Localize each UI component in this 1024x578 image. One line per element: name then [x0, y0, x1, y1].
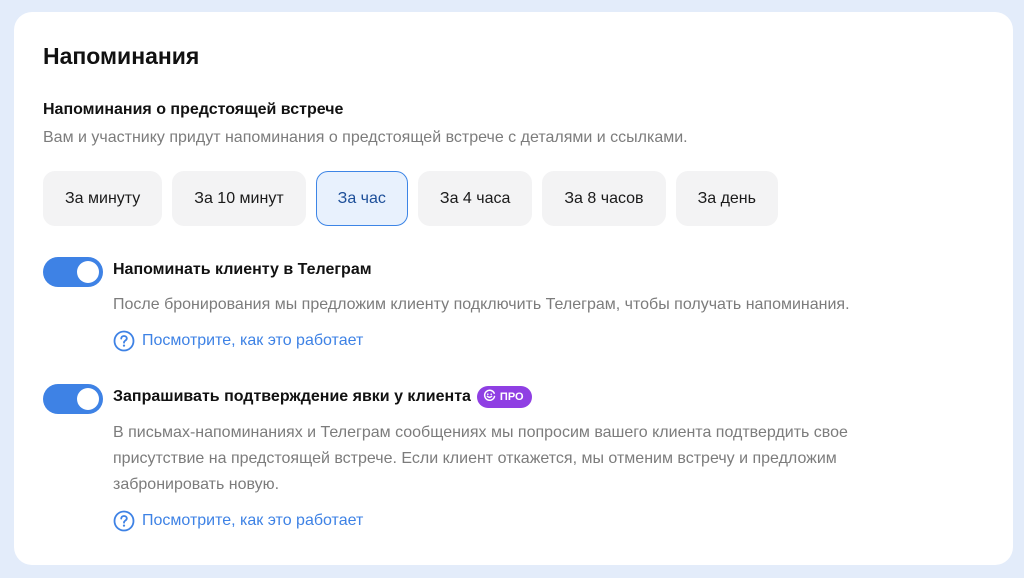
time-option-10-minutes[interactable]: За 10 минут [172, 171, 306, 226]
question-circle-icon [113, 510, 135, 532]
confirmation-description-line: В письмах-напоминаниях и Телеграм сообще… [113, 424, 848, 441]
telegram-reminder-toggle[interactable] [43, 257, 103, 287]
page-title: Напоминания [43, 43, 200, 69]
reminders-card: Напоминания Напоминания о предстоящей вс… [14, 12, 1013, 565]
confirmation-description-line: присутствие на предстоящей встрече. Если… [113, 450, 837, 467]
telegram-option-description: После бронирования мы предложим клиенту … [113, 296, 850, 313]
reminder-time-options: За минуту За 10 минут За час За 4 часа З… [43, 171, 778, 226]
confirmation-request-toggle[interactable] [43, 384, 103, 414]
time-option-4-hours[interactable]: За 4 часа [417, 171, 533, 226]
telegram-help-link[interactable]: Посмотрите, как это работает [113, 330, 363, 352]
pro-badge-label: ПРО [499, 391, 524, 403]
confirmation-help-link-text: Посмотрите, как это работает [142, 512, 364, 529]
time-option-1-day[interactable]: За день [675, 171, 778, 226]
time-option-1-minute[interactable]: За минуту [43, 171, 163, 226]
toggle-knob [77, 388, 99, 410]
section-description: Вам и участнику придут напоминания о пре… [43, 129, 688, 146]
telegram-help-link-text: Посмотрите, как это работает [142, 332, 364, 349]
confirmation-description-line: забронировать новую. [113, 476, 280, 493]
pro-badge: ПРО [476, 386, 532, 408]
smile-icon [483, 389, 496, 405]
telegram-option-title: Напоминать клиенту в Телеграм [113, 261, 372, 279]
confirmation-option-title-text: Запрашивать подтверждение явки у клиента [113, 388, 471, 405]
confirmation-option-description: В письмах-напоминаниях и Телеграм сообще… [113, 420, 848, 498]
section-heading: Напоминания о предстоящей встрече [43, 101, 344, 118]
confirmation-help-link[interactable]: Посмотрите, как это работает [113, 510, 363, 532]
question-circle-icon [113, 330, 135, 352]
time-option-8-hours[interactable]: За 8 часов [542, 171, 666, 226]
confirmation-option-title: Запрашивать подтверждение явки у клиента… [113, 386, 532, 408]
time-option-1-hour[interactable]: За час [315, 171, 408, 226]
toggle-knob [77, 261, 99, 283]
telegram-option-title-text: Напоминать клиенту в Телеграм [113, 261, 372, 278]
